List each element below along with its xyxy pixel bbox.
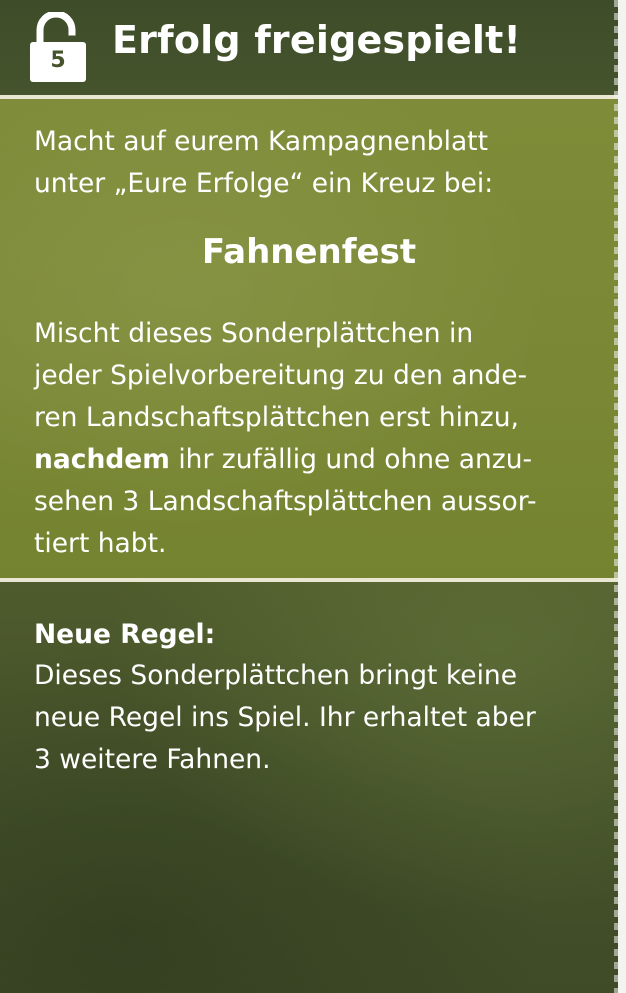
rule-line: Dieses Sonderplättchen bringt keine — [34, 660, 518, 691]
instruction-line: tiert habt. — [34, 528, 167, 559]
new-rule-heading: Neue Regel: — [34, 619, 216, 650]
lock-number: 5 — [50, 48, 66, 73]
instruction-line: sehen 3 Landschaftsplättchen aussor- — [34, 486, 537, 517]
card-header: 5 Erfolg freigespielt! — [0, 0, 618, 96]
intro-line: unter „Eure Erfolge“ ein Kreuz bei: — [34, 168, 494, 199]
instruction-line: ren Landschaftsplättchen erst hinzu, — [34, 402, 519, 433]
achievement-name: Fahnenfest — [201, 232, 417, 272]
emphasis-word: nachdem — [34, 444, 170, 475]
rule-line: 3 weitere Fahnen. — [34, 744, 271, 775]
rule-line: neue Regel ins Spiel. Ihr erhaltet aber — [34, 702, 536, 733]
instruction-line-rest: ihr zufällig und ohne anzu- — [169, 444, 533, 475]
card-title: Erfolg freigespielt! — [112, 18, 521, 62]
intro-line: Macht auf eurem Kampagnenblatt — [34, 126, 488, 157]
intro-text: Macht auf eurem Kampagnenblatt unter „Eu… — [34, 121, 493, 205]
instructions-text: Mischt dieses Sonderplättchen in jeder S… — [34, 313, 537, 565]
instruction-line: jeder Spielvorbereitung zu den ande- — [34, 360, 528, 391]
instruction-line: Mischt dieses Sonderplättchen in — [34, 318, 474, 349]
instruction-line: nachdem ihr zufällig und ohne anzu- — [34, 439, 537, 481]
achievement-card: 5 Erfolg freigespielt! Macht auf eurem K… — [0, 0, 618, 993]
new-rule-text: Dieses Sonderplättchen bringt keine neue… — [34, 655, 536, 781]
